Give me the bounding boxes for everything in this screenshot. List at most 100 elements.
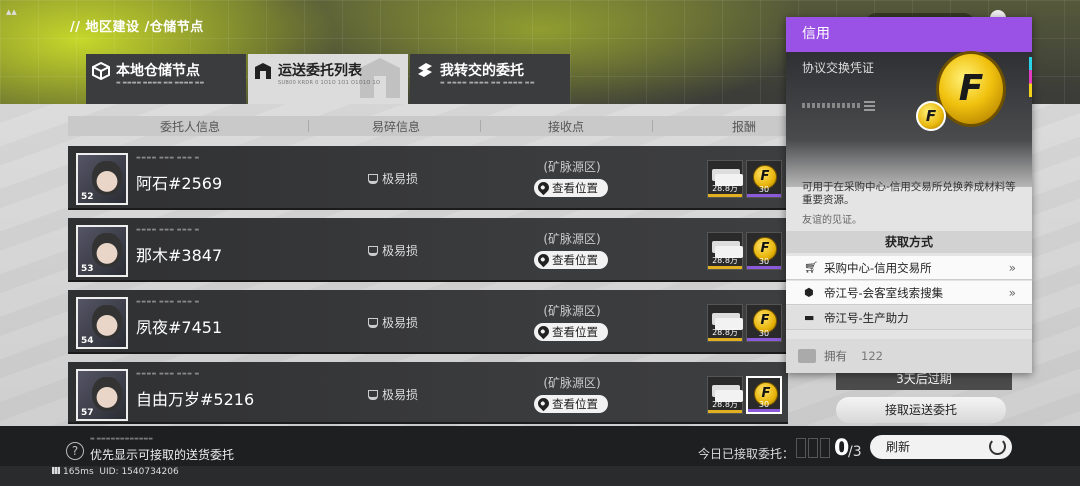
destination-name: (矿脉源区) <box>543 160 601 174</box>
client-name: 夙夜#7451 <box>136 318 223 337</box>
trolley-icon: ▬ <box>804 311 815 324</box>
tab-label: 本地仓储节点 <box>116 63 200 79</box>
tab-local-storage[interactable]: 本地仓储节点 <box>86 54 246 104</box>
avatar-level: 54 <box>81 336 94 346</box>
qr-icon <box>864 100 875 111</box>
column-header-reward: 报酬 <box>732 120 757 134</box>
source-link-credit-exchange[interactable]: 🛒︎ 采购中心-信用交易所 » <box>786 256 1032 280</box>
popup-flavor-text: 友谊的见证。 <box>802 215 862 226</box>
reward-credit[interactable]: F 30 <box>746 304 782 342</box>
table-row[interactable]: 52 ▬▬▬▬ ▬▬▬ ▬▬▬ ▬ 阿石#2569 极易损 (矿脉源区) 查看位… <box>68 146 788 210</box>
popup-subtitle: 协议交换凭证 <box>802 61 875 75</box>
signal-icon <box>52 467 60 474</box>
table-row[interactable]: 53 ▬▬▬▬ ▬▬▬ ▬▬▬ ▬ 那木#3847 极易损 (矿脉源区) 查看位… <box>68 218 788 282</box>
view-location-button[interactable]: 查看位置 <box>534 323 608 341</box>
rarity-stripe <box>1029 57 1032 97</box>
source-production-assist: ▬ 帝江号-生产助力 <box>786 306 1032 330</box>
location-pin-icon <box>535 179 552 196</box>
location-pin-icon <box>535 395 552 412</box>
reward-money[interactable]: 28.8万 <box>707 160 743 198</box>
column-header-destination: 接收点 <box>548 120 585 134</box>
refresh-icon <box>989 438 1006 455</box>
fragility-info: 极易损 <box>368 314 418 331</box>
accepted-today-label: 今日已接取委托： <box>698 447 795 461</box>
client-name: 那木#3847 <box>136 246 223 265</box>
help-icon[interactable]: ? <box>66 442 84 460</box>
location-pin-icon <box>535 323 552 340</box>
barcode-icon <box>802 103 862 108</box>
accept-delivery-button[interactable]: 接取运送委托 <box>836 397 1006 423</box>
breadcrumb: // 地区建设 /仓储节点 <box>70 20 204 35</box>
table-row[interactable]: 57 ▬▬▬▬ ▬▬▬ ▬▬▬ ▬ 自由万岁#5216 极易损 (矿脉源区) 查… <box>68 362 788 424</box>
row-code-text: ▬▬▬▬ ▬▬▬ ▬▬▬ ▬ <box>136 371 200 377</box>
destination-name: (矿脉源区) <box>543 304 601 318</box>
table-row[interactable]: 54 ▬▬▬▬ ▬▬▬ ▬▬▬ ▬ 夙夜#7451 极易损 (矿脉源区) 查看位… <box>68 290 788 354</box>
corner-logo-icon: ▲▲ <box>6 8 17 16</box>
reward-credit[interactable]: F 30 <box>746 160 782 198</box>
warehouse-icon <box>255 63 271 79</box>
reward-money[interactable]: 28.8万 <box>707 376 743 414</box>
tab-sublabel: ▬ ▬▬▬▬ ▬▬▬▬ ▬▬ ▬▬▬▬ ▬▬ <box>440 80 535 86</box>
column-divider <box>480 120 481 132</box>
popup-description: 可用于在采购中心-信用交易所兑换养成材料等重要资源。 <box>802 181 1016 206</box>
double-chevron-icon: » <box>1008 286 1016 300</box>
avatar-portrait <box>92 305 122 339</box>
client-name: 阿石#2569 <box>136 174 223 193</box>
reward-credit[interactable]: F 30 <box>746 232 782 270</box>
refresh-button[interactable]: 刷新 <box>870 435 1012 459</box>
priority-toggle-decoration: ▬ ▬▬▬▬▬▬▬▬▬▬▬▬ <box>90 436 154 442</box>
cart-icon: 🛒︎ <box>804 261 818 274</box>
glass-icon <box>368 174 378 184</box>
avatar: 57 <box>76 369 128 421</box>
glass-icon <box>368 246 378 256</box>
fragility-info: 极易损 <box>368 170 418 187</box>
view-location-button[interactable]: 查看位置 <box>534 395 608 413</box>
fragility-info: 极易损 <box>368 242 418 259</box>
network-status: 165ms UID: 1540734206 <box>52 467 179 477</box>
avatar-portrait <box>92 377 122 411</box>
storage-cube-icon <box>92 62 110 80</box>
tab-my-transfers[interactable]: 我转交的委托 ▬ ▬▬▬▬ ▬▬▬▬ ▬▬ ▬▬▬▬ ▬▬ <box>410 54 570 104</box>
glass-icon <box>368 318 378 328</box>
row-code-text: ▬▬▬▬ ▬▬▬ ▬▬▬ ▬ <box>136 155 200 161</box>
avatar-level: 52 <box>81 192 94 202</box>
column-header-fragility: 易碎信息 <box>372 120 421 134</box>
source-link-clue-search[interactable]: ⬢ 帝江号-会客室线索搜集 » <box>786 281 1032 305</box>
destination-name: (矿脉源区) <box>543 376 601 390</box>
location-pin-icon <box>535 251 552 268</box>
avatar: 54 <box>76 297 128 349</box>
reward-money[interactable]: 28.8万 <box>707 304 743 342</box>
avatar: 53 <box>76 225 128 277</box>
transfer-icon <box>418 63 432 77</box>
fragility-info: 极易损 <box>368 386 418 403</box>
reward-credit-selected[interactable]: F 30 <box>746 376 782 414</box>
glass-icon <box>368 390 378 400</box>
tab-label: 我转交的委托 <box>440 63 524 79</box>
column-divider <box>308 120 309 132</box>
destination-name: (矿脉源区) <box>543 232 601 246</box>
credit-coin-small-icon: F <box>916 101 946 131</box>
column-header-client: 委托人信息 <box>160 120 221 134</box>
priority-toggle-label[interactable]: 优先显示可接取的送货委托 <box>90 446 234 463</box>
client-name: 自由万岁#5216 <box>136 390 255 409</box>
tab-label: 运送委托列表 <box>278 63 362 79</box>
table-header: 委托人信息 易碎信息 接收点 报酬 <box>68 116 788 136</box>
view-location-button[interactable]: 查看位置 <box>534 179 608 197</box>
tab-sublabel: ▬ ▬▬▬▬ ▬▬▬▬ ▬▬ ▬▬▬▬ ▬▬ <box>116 80 205 86</box>
avatar: 52 <box>76 153 128 205</box>
avatar-level: 57 <box>81 408 94 418</box>
tab-delivery-list[interactable]: 运送委托列表 SUB00 KRDR 0 1O1O 1O1 O1O1O 1O <box>248 54 408 104</box>
avatar-level: 53 <box>81 264 94 274</box>
view-location-button[interactable]: 查看位置 <box>534 251 608 269</box>
reward-money[interactable]: 28.8万 <box>707 232 743 270</box>
credit-coin-large-icon: F <box>936 51 1006 127</box>
avatar-portrait <box>92 161 122 195</box>
owned-count-row: 拥有 122 <box>786 339 1032 373</box>
column-divider <box>652 120 653 132</box>
row-code-text: ▬▬▬▬ ▬▬▬ ▬▬▬ ▬ <box>136 227 200 233</box>
accepted-slots <box>796 438 832 462</box>
accepted-total: /3 <box>848 444 862 460</box>
popup-title: 信用 <box>786 17 1032 52</box>
acquisition-title: 获取方式 <box>786 231 1032 253</box>
row-code-text: ▬▬▬▬ ▬▬▬ ▬▬▬ ▬ <box>136 299 200 305</box>
